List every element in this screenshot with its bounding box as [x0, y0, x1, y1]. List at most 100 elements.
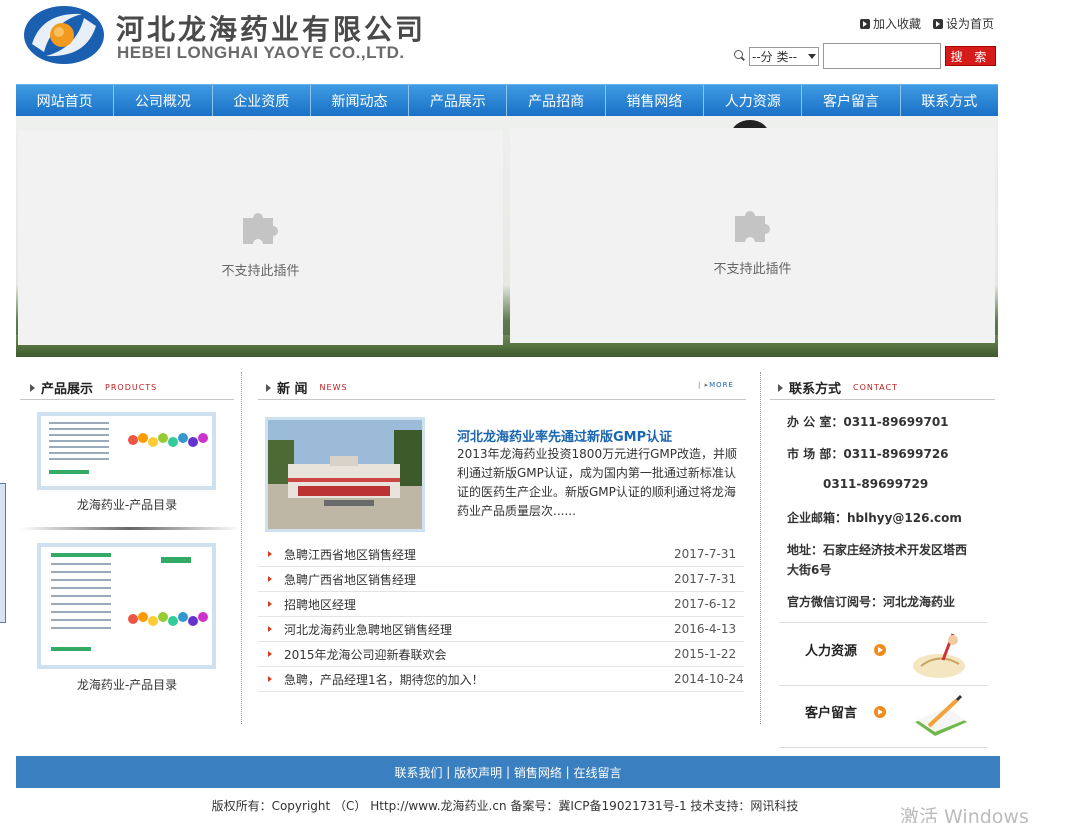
news-row-date: 2015-1-22 [674, 647, 737, 661]
footer-separator: | [561, 765, 574, 779]
bullet-arrow-icon [268, 676, 272, 682]
news-summary: 2013年龙海药业投资1800万元进行GMP改造，并顺利通过新版GMP认证，成为… [457, 447, 737, 518]
contact-address-line1: 地址：石家庄经济技术开发区塔西 [787, 543, 968, 557]
plugin-placeholder-right: 不支持此插件 [510, 128, 995, 343]
news-row[interactable]: 河北龙海药业急聘地区销售经理 2016-4-13 [258, 617, 744, 642]
divider [20, 399, 234, 400]
footer-links-bar: 联系我们 | 版权声明 | 销售网络 | 在线留言 [16, 756, 1000, 788]
news-row[interactable]: 急聘江西省地区销售经理 2017-7-31 [258, 542, 744, 567]
category-select[interactable]: --分 类-- [749, 46, 819, 66]
bullet-arrow-icon [268, 551, 272, 557]
news-row-date: 2017-7-31 [674, 547, 737, 561]
go-arrow-icon [874, 644, 886, 656]
nav-hr[interactable]: 人力资源 [704, 85, 803, 116]
news-row-title: 急聘广西省地区销售经理 [284, 572, 417, 587]
category-select-value: --分 类-- [752, 49, 798, 64]
news-row-title: 招聘地区经理 [284, 597, 357, 612]
side-float-widget[interactable] [0, 483, 6, 623]
contact-title-en: CONTACT [853, 383, 898, 392]
arrow-icon [859, 18, 870, 29]
search-button[interactable]: 搜 索 [945, 46, 996, 66]
hr-card[interactable]: 人力资源 [779, 626, 987, 686]
divider [770, 399, 995, 400]
divider [779, 622, 987, 623]
nav-company-overview[interactable]: 公司概况 [114, 85, 213, 116]
company-name-en: HEBEI LONGHAI YAOYE CO.,LTD. [117, 43, 405, 62]
guestbook-card-label: 客户留言 [805, 706, 858, 721]
product-caption[interactable]: 龙海药业-产品目录 [27, 676, 227, 693]
banner: 不支持此插件 不支持此插件 [16, 116, 998, 357]
header: 河北龙海药业有限公司 HEBEI LONGHAI YAOYE CO.,LTD. … [16, 0, 1000, 84]
news-headline-link[interactable]: 河北龙海药业率先通过新版GMP认证 [457, 426, 672, 445]
news-row-title: 急聘江西省地区销售经理 [284, 547, 417, 562]
divider [258, 399, 746, 400]
footer-link-copyright[interactable]: 版权声明 [454, 764, 502, 781]
set-homepage-link[interactable]: 设为首页 [932, 15, 994, 32]
news-row[interactable]: 招聘地区经理 2017-6-12 [258, 592, 744, 617]
news-row-date: 2014-10-24 [674, 672, 744, 686]
pen-paper-icon [913, 633, 965, 678]
bullet-arrow-icon [268, 626, 272, 632]
nav-investment[interactable]: 产品招商 [507, 85, 606, 116]
company-logo[interactable] [22, 4, 106, 66]
company-name-cn: 河北龙海药业有限公司 [116, 13, 427, 46]
nav-contact[interactable]: 联系方式 [901, 85, 998, 116]
nav-sales-network[interactable]: 销售网络 [606, 85, 705, 116]
arrow-icon [778, 383, 783, 392]
news-more-link[interactable]: | ▸MORE [698, 381, 734, 389]
factory-photo [268, 420, 422, 529]
product-caption[interactable]: 龙海药业-产品目录 [27, 496, 227, 513]
footer-link-message[interactable]: 在线留言 [574, 764, 622, 781]
column-separator [760, 372, 761, 724]
footer-link-contact[interactable]: 联系我们 [394, 764, 442, 781]
main-nav: 网站首页 公司概况 企业资质 新闻动态 产品展示 产品招商 销售网络 人力资源 … [16, 84, 998, 116]
plugin-unsupported-text: 不支持此插件 [713, 262, 792, 277]
search-icon [734, 50, 746, 62]
contact-office-phone: 办 公 室：0311-89699701 [787, 415, 949, 429]
windows-activation-watermark: 激活 Windows [900, 806, 1029, 823]
news-row-title: 河北龙海药业急聘地区销售经理 [284, 622, 453, 637]
news-row-date: 2017-6-12 [674, 597, 737, 611]
nav-news[interactable]: 新闻动态 [311, 85, 410, 116]
news-row-title: 急聘，产品经理1名，期待您的加入！ [284, 672, 484, 687]
news-heading: 新 闻 NEWS [266, 378, 348, 397]
products-heading: 产品展示 PRODUCTS [30, 378, 157, 397]
news-photo[interactable] [265, 417, 425, 532]
products-title-en: PRODUCTS [105, 383, 158, 392]
add-favorite-link[interactable]: 加入收藏 [859, 15, 921, 32]
nav-qualifications[interactable]: 企业资质 [213, 85, 311, 116]
search-input[interactable] [823, 43, 941, 69]
news-list: 急聘江西省地区销售经理 2017-7-31 急聘广西省地区销售经理 2017-7… [258, 542, 744, 692]
news-row[interactable]: 2015年龙海公司迎新春联欢会 2015-1-22 [258, 642, 744, 667]
guestbook-card[interactable]: 客户留言 [779, 688, 987, 748]
divider [20, 527, 240, 530]
news-title: 新 闻 [277, 382, 308, 397]
product-image[interactable] [37, 412, 216, 490]
search-bar: --分 类-- 搜 索 [734, 43, 996, 69]
nav-guestbook[interactable]: 客户留言 [802, 85, 901, 116]
arrow-icon [932, 18, 943, 29]
news-row[interactable]: 急聘广西省地区销售经理 2017-7-31 [258, 567, 744, 592]
arrow-icon [266, 383, 271, 392]
news-more-label: MORE [709, 381, 734, 389]
contact-address-line2: 大街6号 [787, 563, 832, 577]
plugin-placeholder-left: 不支持此插件 [18, 130, 503, 345]
nav-products[interactable]: 产品展示 [409, 85, 508, 116]
news-row[interactable]: 急聘，产品经理1名，期待您的加入！ 2014-10-24 [258, 667, 744, 692]
set-homepage-label: 设为首页 [945, 17, 994, 31]
nav-home[interactable]: 网站首页 [16, 85, 115, 116]
bullet-arrow-icon [268, 576, 272, 582]
product-image[interactable] [37, 543, 216, 669]
page: 河北龙海药业有限公司 HEBEI LONGHAI YAOYE CO.,LTD. … [0, 0, 1080, 823]
footer-separator: | [502, 765, 514, 779]
chevron-down-icon [808, 53, 816, 59]
puzzle-piece-icon [734, 211, 770, 242]
contact-wechat: 官方微信订阅号：河北龙海药业 [787, 595, 956, 609]
contact-title: 联系方式 [789, 382, 842, 397]
contact-email: 企业邮箱：hblhyy@126.com [787, 511, 962, 525]
bullet-arrow-icon [268, 601, 272, 607]
column-separator [241, 372, 242, 724]
news-row-title: 2015年龙海公司迎新春联欢会 [284, 647, 447, 662]
footer-link-sales[interactable]: 销售网络 [514, 764, 562, 781]
contact-market-phone: 市 场 部：0311-89699726 [787, 447, 949, 461]
